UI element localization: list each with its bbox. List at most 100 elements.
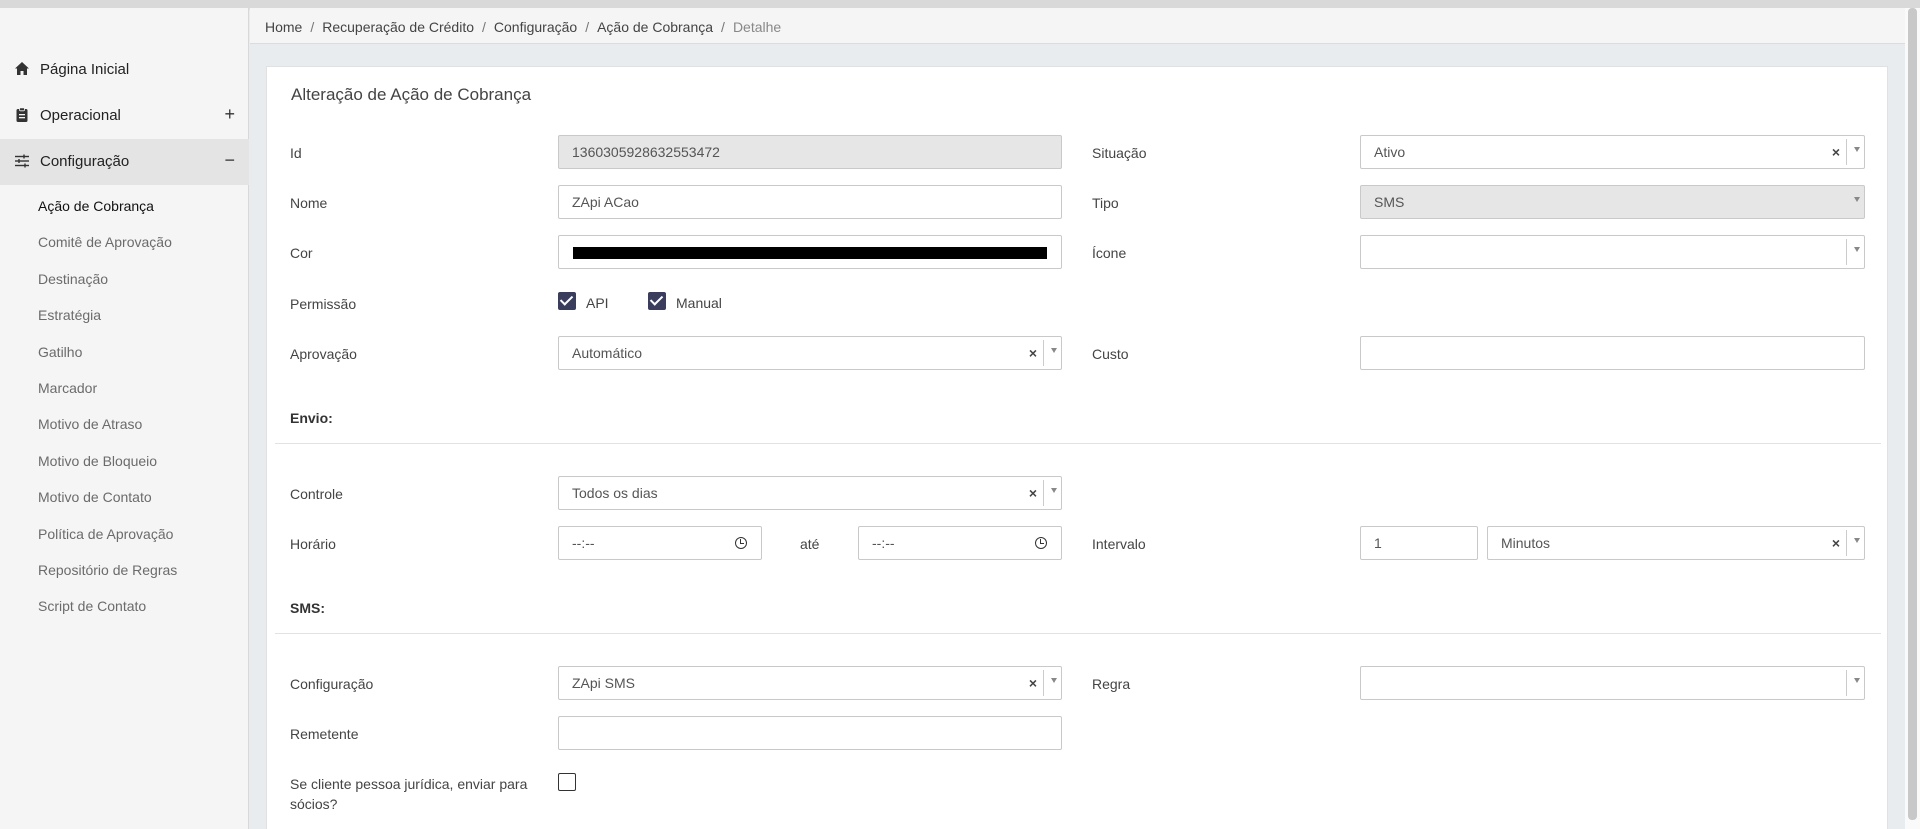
- tipo-select[interactable]: SMS: [1360, 185, 1865, 219]
- socios-checkbox[interactable]: [558, 773, 576, 791]
- id-value: 1360305928632553472: [572, 144, 720, 160]
- expand-icon[interactable]: +: [224, 105, 235, 123]
- clear-icon[interactable]: ×: [1029, 485, 1037, 501]
- horario-from-value: --:--: [572, 535, 595, 551]
- controle-select[interactable]: Todos os dias ×: [558, 476, 1062, 510]
- sidebar-subitem-comite-de-aprovacao[interactable]: Comitê de Aprovação: [38, 234, 172, 250]
- sidebar-subitem-motivo-de-bloqueio[interactable]: Motivo de Bloqueio: [38, 453, 157, 469]
- socios-label-line1: Se cliente pessoa jurídica, enviar para: [290, 776, 528, 792]
- remetente-field[interactable]: [558, 716, 1062, 750]
- clock-icon[interactable]: [735, 537, 747, 549]
- select-divider: [1846, 239, 1847, 265]
- chevron-down-icon[interactable]: [1051, 678, 1057, 683]
- breadcrumb-current: Detalhe: [732, 19, 782, 35]
- form-card: Alteração de Ação de Cobrança Id 1360305…: [266, 66, 1888, 829]
- sidebar-item-label: Configuração: [40, 153, 130, 170]
- regra-label: Regra: [1092, 676, 1131, 692]
- situacao-select[interactable]: Ativo ×: [1360, 135, 1865, 169]
- intervalo-field[interactable]: 1: [1360, 526, 1478, 560]
- home-icon: [15, 62, 29, 75]
- select-divider: [1043, 480, 1044, 506]
- clear-icon[interactable]: ×: [1832, 144, 1840, 160]
- horario-to-field[interactable]: --:--: [858, 526, 1062, 560]
- regra-select[interactable]: [1360, 666, 1865, 700]
- sidebar-item-configuracao[interactable]: Configuração −: [0, 139, 249, 185]
- sidebar-subitem-destinacao[interactable]: Destinação: [38, 271, 108, 287]
- intervalo-value: 1: [1374, 535, 1382, 551]
- sidebar: Página Inicial Operacional + Configuraçã…: [0, 8, 249, 829]
- cor-label: Cor: [290, 245, 313, 261]
- chevron-down-icon[interactable]: [1051, 488, 1057, 493]
- horario-from-field[interactable]: --:--: [558, 526, 762, 560]
- horario-to-value: --:--: [872, 535, 895, 551]
- intervalo-unit-select[interactable]: Minutos ×: [1487, 526, 1865, 560]
- page-title: Alteração de Ação de Cobrança: [291, 85, 532, 104]
- breadcrumb-bar: Home / Recuperação de Crédito / Configur…: [250, 8, 1905, 44]
- remetente-label: Remetente: [290, 726, 359, 742]
- sidebar-item-label: Página Inicial: [40, 61, 130, 78]
- sidebar-subitem-estrategia[interactable]: Estratégia: [38, 307, 101, 323]
- sidebar-subitem-marcador[interactable]: Marcador: [38, 380, 97, 396]
- clear-icon[interactable]: ×: [1832, 535, 1840, 551]
- sidebar-subitem-acao-de-cobranca[interactable]: Ação de Cobrança: [38, 198, 154, 214]
- sidebar-subitem-motivo-de-contato[interactable]: Motivo de Contato: [38, 489, 152, 505]
- collapse-icon[interactable]: −: [224, 151, 235, 169]
- breadcrumb-separator: /: [482, 19, 486, 35]
- situacao-value: Ativo: [1374, 144, 1406, 160]
- breadcrumb-home[interactable]: Home: [265, 19, 302, 35]
- divider: [275, 633, 1881, 634]
- select-divider: [1846, 530, 1847, 556]
- envio-section-title: Envio:: [290, 410, 333, 426]
- socios-label: Se cliente pessoa jurídica, enviar para …: [290, 774, 527, 814]
- chevron-down-icon[interactable]: [1854, 197, 1860, 202]
- sidebar-subitem-gatilho[interactable]: Gatilho: [38, 344, 82, 360]
- chevron-down-icon[interactable]: [1854, 538, 1860, 543]
- cor-field[interactable]: [558, 235, 1062, 269]
- sidebar-item-label: Operacional: [40, 107, 121, 124]
- chevron-down-icon[interactable]: [1854, 247, 1860, 252]
- sms-section-title: SMS:: [290, 600, 325, 616]
- breadcrumb-configuracao[interactable]: Configuração: [494, 19, 577, 35]
- nome-field[interactable]: ZApi ACao: [558, 185, 1062, 219]
- breadcrumb-separator: /: [585, 19, 590, 35]
- ate-label: até: [800, 536, 820, 552]
- api-checkbox[interactable]: [558, 292, 576, 310]
- id-label: Id: [290, 145, 302, 161]
- sidebar-subitem-repositorio-de-regras[interactable]: Repositório de Regras: [38, 562, 177, 578]
- configuracao-label: Configuração: [290, 676, 374, 692]
- configuracao-select[interactable]: ZApi SMS ×: [558, 666, 1062, 700]
- chevron-down-icon[interactable]: [1051, 348, 1057, 353]
- clipboard-icon: [16, 107, 28, 122]
- sidebar-item-pagina-inicial[interactable]: Página Inicial: [0, 47, 249, 93]
- sidebar-subitem-script-de-contato[interactable]: Script de Contato: [38, 598, 146, 614]
- scrollbar-thumb[interactable]: [1908, 8, 1917, 820]
- breadcrumb-recuperacao-de-credito[interactable]: Recuperação de Crédito: [322, 19, 474, 35]
- breadcrumb: Home / Recuperação de Crédito / Configur…: [265, 19, 781, 35]
- controle-label: Controle: [290, 486, 343, 502]
- icone-select[interactable]: [1360, 235, 1865, 269]
- aprovacao-select[interactable]: Automático ×: [558, 336, 1062, 370]
- intervalo-unit-value: Minutos: [1501, 535, 1551, 551]
- clear-icon[interactable]: ×: [1029, 345, 1037, 361]
- tipo-value: SMS: [1374, 194, 1405, 210]
- clock-icon[interactable]: [1035, 537, 1047, 549]
- manual-checkbox[interactable]: [648, 292, 666, 310]
- situacao-label: Situação: [1092, 145, 1147, 161]
- sidebar-item-operacional[interactable]: Operacional +: [0, 93, 249, 139]
- select-divider: [1043, 340, 1044, 366]
- clear-icon[interactable]: ×: [1029, 675, 1037, 691]
- chevron-down-icon[interactable]: [1854, 678, 1860, 683]
- api-checkbox-label: API: [586, 295, 609, 311]
- custo-label: Custo: [1092, 346, 1129, 362]
- id-field[interactable]: 1360305928632553472: [558, 135, 1062, 169]
- controle-value: Todos os dias: [572, 485, 658, 501]
- custo-field[interactable]: [1360, 336, 1865, 370]
- icone-label: Ícone: [1092, 245, 1127, 261]
- chevron-down-icon[interactable]: [1854, 147, 1860, 152]
- select-divider: [1846, 670, 1847, 696]
- breadcrumb-acao-de-cobranca[interactable]: Ação de Cobrança: [597, 19, 713, 35]
- sidebar-subitem-motivo-de-atraso[interactable]: Motivo de Atraso: [38, 416, 142, 432]
- top-bar: [0, 0, 1920, 8]
- sidebar-subitem-politica-de-aprovacao[interactable]: Política de Aprovação: [38, 526, 173, 542]
- color-swatch: [573, 247, 1047, 259]
